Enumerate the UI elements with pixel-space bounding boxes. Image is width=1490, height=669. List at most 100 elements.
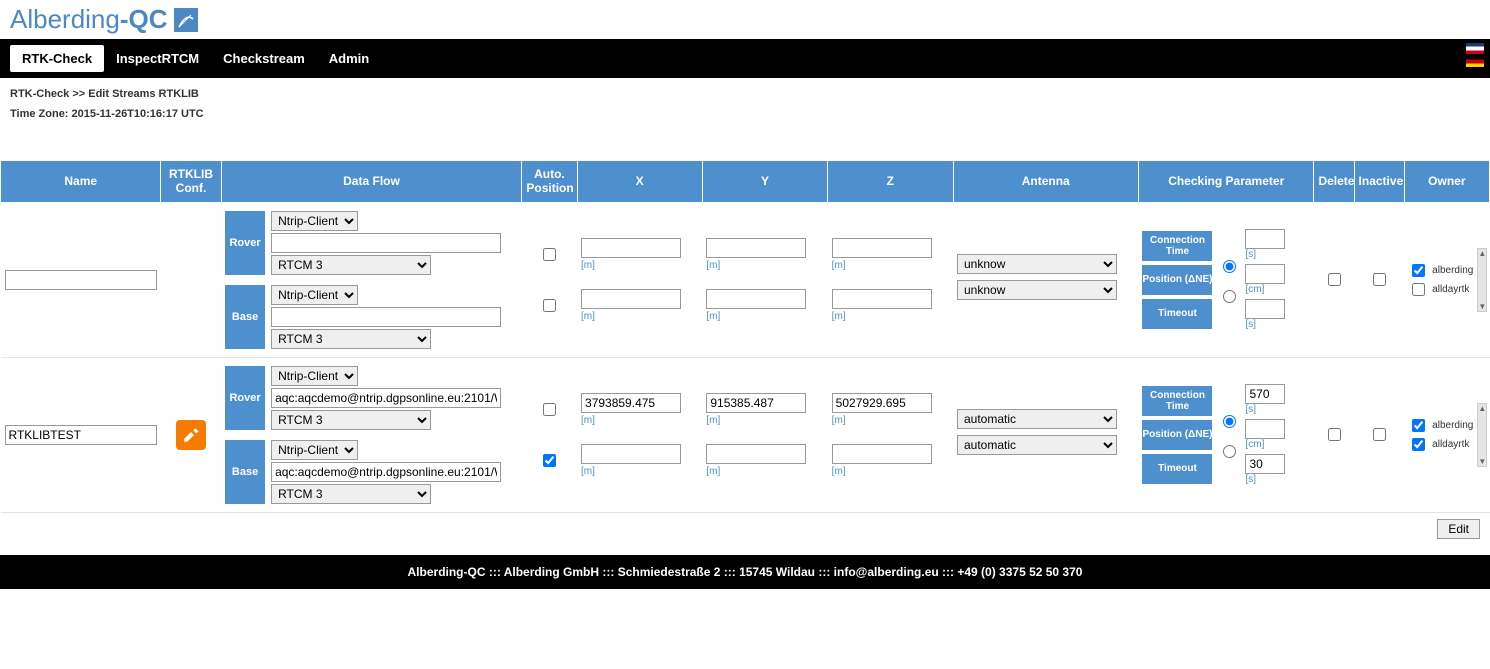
unit-label: [s] (1245, 249, 1256, 260)
flag-uk-icon[interactable] (1466, 43, 1484, 54)
unit-label: [m] (832, 415, 846, 426)
rtklib-conf-button[interactable] (176, 420, 206, 450)
owner-checkbox[interactable] (1412, 419, 1425, 432)
unit-label: [m] (706, 415, 720, 426)
antenna-select[interactable]: unknow (957, 280, 1117, 300)
timeout-label: Timeout (1142, 454, 1212, 484)
delete-checkbox[interactable] (1328, 273, 1341, 286)
base-url-input[interactable] (271, 307, 501, 327)
base-conn-select[interactable]: Ntrip-Client (271, 440, 358, 460)
conn-time-input[interactable] (1245, 229, 1285, 249)
rover-conn-select[interactable]: Ntrip-Client (271, 211, 358, 231)
auto-position-checkbox[interactable] (543, 403, 556, 416)
check-mode-radio[interactable] (1223, 290, 1236, 303)
rover-format-select[interactable]: RTCM 3 (271, 255, 431, 275)
unit-label: [m] (581, 415, 595, 426)
z-base-input[interactable] (832, 444, 932, 464)
footer: Alberding-QC ::: Alberding GmbH ::: Schm… (0, 555, 1490, 589)
x-base-input[interactable] (581, 289, 681, 309)
base-format-select[interactable]: RTCM 3 (271, 329, 431, 349)
z-rover-input[interactable] (832, 238, 932, 258)
x-rover-input[interactable] (581, 238, 681, 258)
inactive-checkbox[interactable] (1373, 428, 1386, 441)
unit-label: [m] (832, 466, 846, 477)
auto-position-checkbox[interactable] (543, 454, 556, 467)
th-x: X (577, 161, 702, 203)
rover-label: Rover (225, 366, 265, 430)
connection-time-label: Connection Time (1142, 231, 1212, 261)
nav-checkstream[interactable]: Checkstream (211, 45, 317, 72)
owner-name: alberding (1432, 420, 1473, 431)
antenna-select[interactable]: unknow (957, 254, 1117, 274)
name-input[interactable] (5, 425, 157, 445)
auto-position-checkbox[interactable] (543, 248, 556, 261)
timeout-input[interactable] (1245, 299, 1285, 319)
timeout-label: Timeout (1142, 299, 1212, 329)
x-base-input[interactable] (581, 444, 681, 464)
th-z: Z (828, 161, 953, 203)
logo-part2: -QC (120, 4, 168, 34)
y-base-input[interactable] (706, 444, 806, 464)
y-rover-input[interactable] (706, 238, 806, 258)
antenna-select[interactable]: automatic (957, 435, 1117, 455)
nav-inspectrtcm[interactable]: InspectRTCM (104, 45, 211, 72)
nav-admin[interactable]: Admin (317, 45, 381, 72)
unit-label: [m] (832, 260, 846, 271)
unit-label: [m] (706, 466, 720, 477)
th-name: Name (1, 161, 161, 203)
rover-format-select[interactable]: RTCM 3 (271, 410, 431, 430)
owner-checkbox[interactable] (1412, 438, 1425, 451)
unit-label: [cm] (1245, 284, 1264, 295)
logo-area: Alberding-QC (0, 0, 1490, 39)
x-rover-input[interactable] (581, 393, 681, 413)
check-mode-radio[interactable] (1223, 445, 1236, 458)
z-base-input[interactable] (832, 289, 932, 309)
th-y: Y (702, 161, 827, 203)
owner-name: alldayrtk (1432, 284, 1469, 295)
inactive-checkbox[interactable] (1373, 273, 1386, 286)
owner-name: alberding (1432, 265, 1473, 276)
owner-scrollbar[interactable]: ▲▼ (1477, 248, 1487, 312)
th-antenna: Antenna (953, 161, 1138, 203)
check-mode-radio[interactable] (1223, 415, 1236, 428)
check-mode-radio[interactable] (1223, 260, 1236, 273)
delete-checkbox[interactable] (1328, 428, 1341, 441)
base-label: Base (225, 440, 265, 504)
owner-scrollbar[interactable]: ▲▼ (1477, 403, 1487, 467)
base-format-select[interactable]: RTCM 3 (271, 484, 431, 504)
logo-text: Alberding-QC (10, 4, 168, 35)
name-input[interactable] (5, 270, 157, 290)
base-conn-select[interactable]: Ntrip-Client (271, 285, 358, 305)
position-dne-label: Position (ΔNE) (1142, 420, 1212, 450)
logo-part1: Alberding (10, 4, 120, 34)
antenna-select[interactable]: automatic (957, 409, 1117, 429)
y-rover-input[interactable] (706, 393, 806, 413)
th-checkparam: Checking Parameter (1138, 161, 1313, 203)
timeout-input[interactable] (1245, 454, 1285, 474)
flag-de-icon[interactable] (1466, 56, 1484, 67)
conn-time-input[interactable] (1245, 384, 1285, 404)
owner-checkbox[interactable] (1412, 283, 1425, 296)
language-flags (1466, 43, 1484, 67)
rover-url-input[interactable] (271, 388, 501, 408)
y-base-input[interactable] (706, 289, 806, 309)
rover-label: Rover (225, 211, 265, 275)
base-label: Base (225, 285, 265, 349)
unit-label: [m] (581, 260, 595, 271)
unit-label: [m] (706, 260, 720, 271)
auto-position-checkbox[interactable] (543, 299, 556, 312)
unit-label: [m] (832, 311, 846, 322)
owner-checkbox[interactable] (1412, 264, 1425, 277)
table-row: Rover Ntrip-Client RTCM 3 Base Ntrip-Client R… (1, 357, 1490, 512)
pos-dne-input[interactable] (1245, 264, 1285, 284)
nav-rtk-check[interactable]: RTK-Check (10, 45, 104, 72)
breadcrumb: RTK-Check >> Edit Streams RTKLIB (0, 78, 1490, 104)
rover-url-input[interactable] (271, 233, 501, 253)
base-url-input[interactable] (271, 462, 501, 482)
main-nav: RTK-Check InspectRTCM Checkstream Admin (0, 39, 1490, 78)
rover-conn-select[interactable]: Ntrip-Client (271, 366, 358, 386)
z-rover-input[interactable] (832, 393, 932, 413)
pos-dne-input[interactable] (1245, 419, 1285, 439)
edit-button[interactable]: Edit (1437, 519, 1480, 539)
unit-label: [m] (706, 311, 720, 322)
